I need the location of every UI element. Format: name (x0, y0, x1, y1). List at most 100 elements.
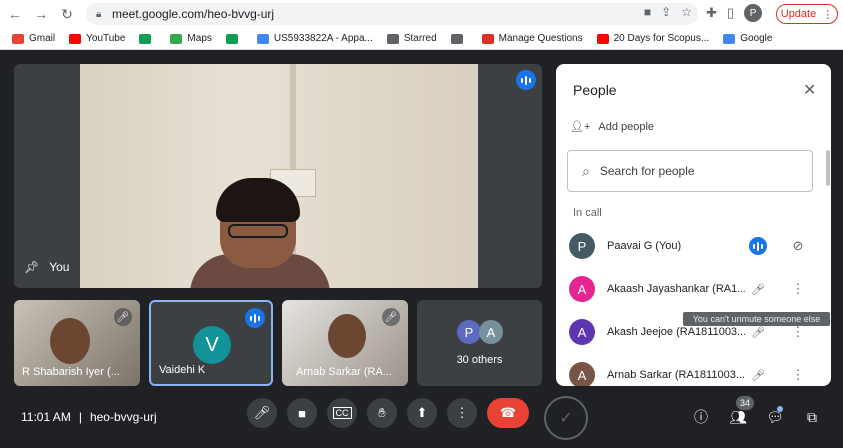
info-icon: ⓘ (694, 409, 708, 425)
others-tile[interactable]: P A 30 others (417, 300, 542, 386)
bookmark-favicon-icon (139, 33, 152, 44)
bookmark-favicon-icon (12, 33, 24, 44)
section-label: In call (573, 207, 602, 219)
mic-off-icon: 🎤︎ (382, 308, 400, 326)
bookmark-item[interactable]: Manage Questions (481, 33, 583, 44)
profile-avatar[interactable]: P (744, 4, 763, 22)
bookmarks-bar: Gmail YouTube Maps US5933822A - Appa... Star… (0, 28, 843, 50)
clock-time: 11:01 AM (21, 410, 71, 424)
microphone-button[interactable]: 🎤︎ (247, 398, 277, 428)
video-camera-icon: ■ (298, 405, 306, 421)
phone-hangup-icon: ☎︎ (499, 405, 517, 420)
scrollbar[interactable] (826, 150, 830, 186)
mic-off-icon[interactable]: 🎤︎ (749, 366, 767, 384)
bookmark-favicon-icon (481, 33, 494, 44)
raise-hand-icon: ✋︎ (378, 405, 386, 420)
menu-dots-icon: ⋮ (822, 8, 834, 21)
captions-icon: CC (332, 407, 352, 419)
mic-off-icon: 🎤︎ (114, 308, 132, 326)
bookmark-item[interactable]: Maps (170, 33, 212, 44)
back-icon[interactable]: ← (4, 3, 26, 25)
bookmark-favicon-icon (170, 33, 183, 44)
share-icon[interactable]: ⇪ (661, 5, 671, 19)
bookmark-favicon-icon (225, 33, 238, 44)
self-label: You (49, 260, 70, 274)
bookmark-item[interactable]: Gmail (12, 33, 55, 44)
more-options-icon[interactable]: ⋮ (789, 280, 807, 298)
speaking-indicator-icon (749, 237, 767, 255)
bookmark-favicon-icon (386, 33, 399, 44)
raise-hand-button[interactable]: ✋︎ (367, 398, 397, 428)
checkmark-icon: ✓ (559, 410, 573, 427)
more-options-button[interactable]: ⋮ (447, 398, 477, 428)
close-icon[interactable]: ✕ (803, 80, 816, 100)
people-panel: People ✕ 👤︎+ Add people ⌕ In call P Paav… (556, 64, 831, 386)
participant-row[interactable]: A Arnab Sarkar (RA1811003... 🎤︎ ⋮ (569, 361, 819, 386)
speaking-indicator-icon (245, 308, 265, 328)
search-icon: ⌕ (582, 162, 590, 179)
bookmark-item[interactable] (139, 33, 156, 44)
separator: | (78, 410, 82, 424)
side-panel-icon[interactable]: ▯ (727, 5, 734, 21)
panel-title: People (573, 82, 617, 98)
search-input[interactable] (599, 164, 790, 178)
present-button[interactable]: ⬆︎ (407, 398, 437, 428)
bookmark-item[interactable] (225, 33, 243, 44)
participant-row[interactable]: P Paavai G (You) ⊘ (569, 232, 819, 260)
tooltip: You can't unmute someone else (683, 312, 830, 326)
chat-notification-dot (777, 406, 783, 412)
present-screen-icon: ⬆︎ (416, 405, 428, 420)
avatar: P (569, 233, 595, 259)
mic-off-icon[interactable]: 🎤︎ (749, 280, 767, 298)
activities-button[interactable]: ⧉ (801, 406, 823, 428)
camera-icon[interactable]: ■ (644, 5, 651, 19)
people-icon: 👥︎ (729, 408, 747, 425)
bookmark-item[interactable]: Google (723, 33, 772, 44)
avatar: A (569, 276, 595, 302)
more-vert-icon: ⋮ (455, 405, 469, 420)
bookmark-item[interactable] (450, 33, 468, 44)
participant-count-badge: 34 (736, 396, 754, 410)
address-bar[interactable]: 🔒︎ meet.google.com/heo-bvvg-urj ■ ⇪ ☆ (86, 3, 698, 25)
camera-button[interactable]: ■ (287, 398, 317, 428)
bookmark-favicon-icon (256, 33, 269, 44)
add-person-icon: 👤︎+ (570, 121, 591, 133)
bookmark-star-icon[interactable]: ☆ (681, 5, 692, 19)
bookmark-item[interactable]: YouTube (69, 33, 125, 44)
add-people-button[interactable]: 👤︎+ Add people (570, 120, 654, 134)
participant-tile[interactable]: 🎤︎ Arnab Sarkar (RA... (282, 300, 408, 386)
meeting-details-button[interactable]: ⓘ (690, 406, 712, 428)
unpin-icon[interactable]: ⊘ (789, 237, 807, 255)
pin-icon[interactable]: 📌︎ (24, 260, 39, 274)
avatar: A (569, 319, 595, 345)
bookmark-favicon-icon (596, 33, 609, 44)
bookmark-favicon-icon (723, 33, 736, 44)
bookmark-item[interactable]: 20 Days for Scopus... (596, 33, 709, 44)
avatar: V (193, 326, 231, 364)
reload-icon[interactable]: ↻ (56, 3, 78, 25)
participant-tile-active[interactable]: V Vaidehi K (149, 300, 273, 386)
speaking-indicator-icon (516, 70, 536, 90)
bookmark-favicon-icon (450, 33, 463, 44)
meeting-code: heo-bvvg-urj (89, 410, 157, 424)
avatar: P (457, 320, 481, 344)
end-call-button[interactable]: ☎︎ (487, 398, 529, 428)
main-video-tile: 📌︎ You (14, 64, 542, 288)
participant-row[interactable]: A Akaash Jayashankar (RA1... 🎤︎ ⋮ (569, 275, 819, 303)
participant-tile[interactable]: 🎤︎ R Shabarish Iyer (... (14, 300, 140, 386)
forward-icon[interactable]: → (30, 3, 52, 25)
bookmark-item[interactable]: US5933822A - Appa... (256, 33, 373, 44)
avatar: A (479, 320, 503, 344)
lock-icon: 🔒︎ (96, 8, 102, 20)
microphone-icon: 🎤︎ (253, 405, 271, 420)
bookmark-item[interactable]: Starred (386, 33, 437, 44)
extensions-icon[interactable]: ✚ (706, 5, 717, 21)
captions-button[interactable]: CC (327, 398, 357, 428)
search-field[interactable]: ⌕ (567, 150, 813, 192)
checkmark-button[interactable]: ✓ (544, 396, 588, 440)
activities-icon: ⧉ (807, 408, 817, 425)
bookmark-favicon-icon (69, 33, 82, 44)
more-options-icon[interactable]: ⋮ (789, 366, 807, 384)
update-button[interactable]: Update ⋮ (776, 4, 838, 24)
url-text[interactable]: meet.google.com/heo-bvvg-urj (112, 7, 274, 21)
